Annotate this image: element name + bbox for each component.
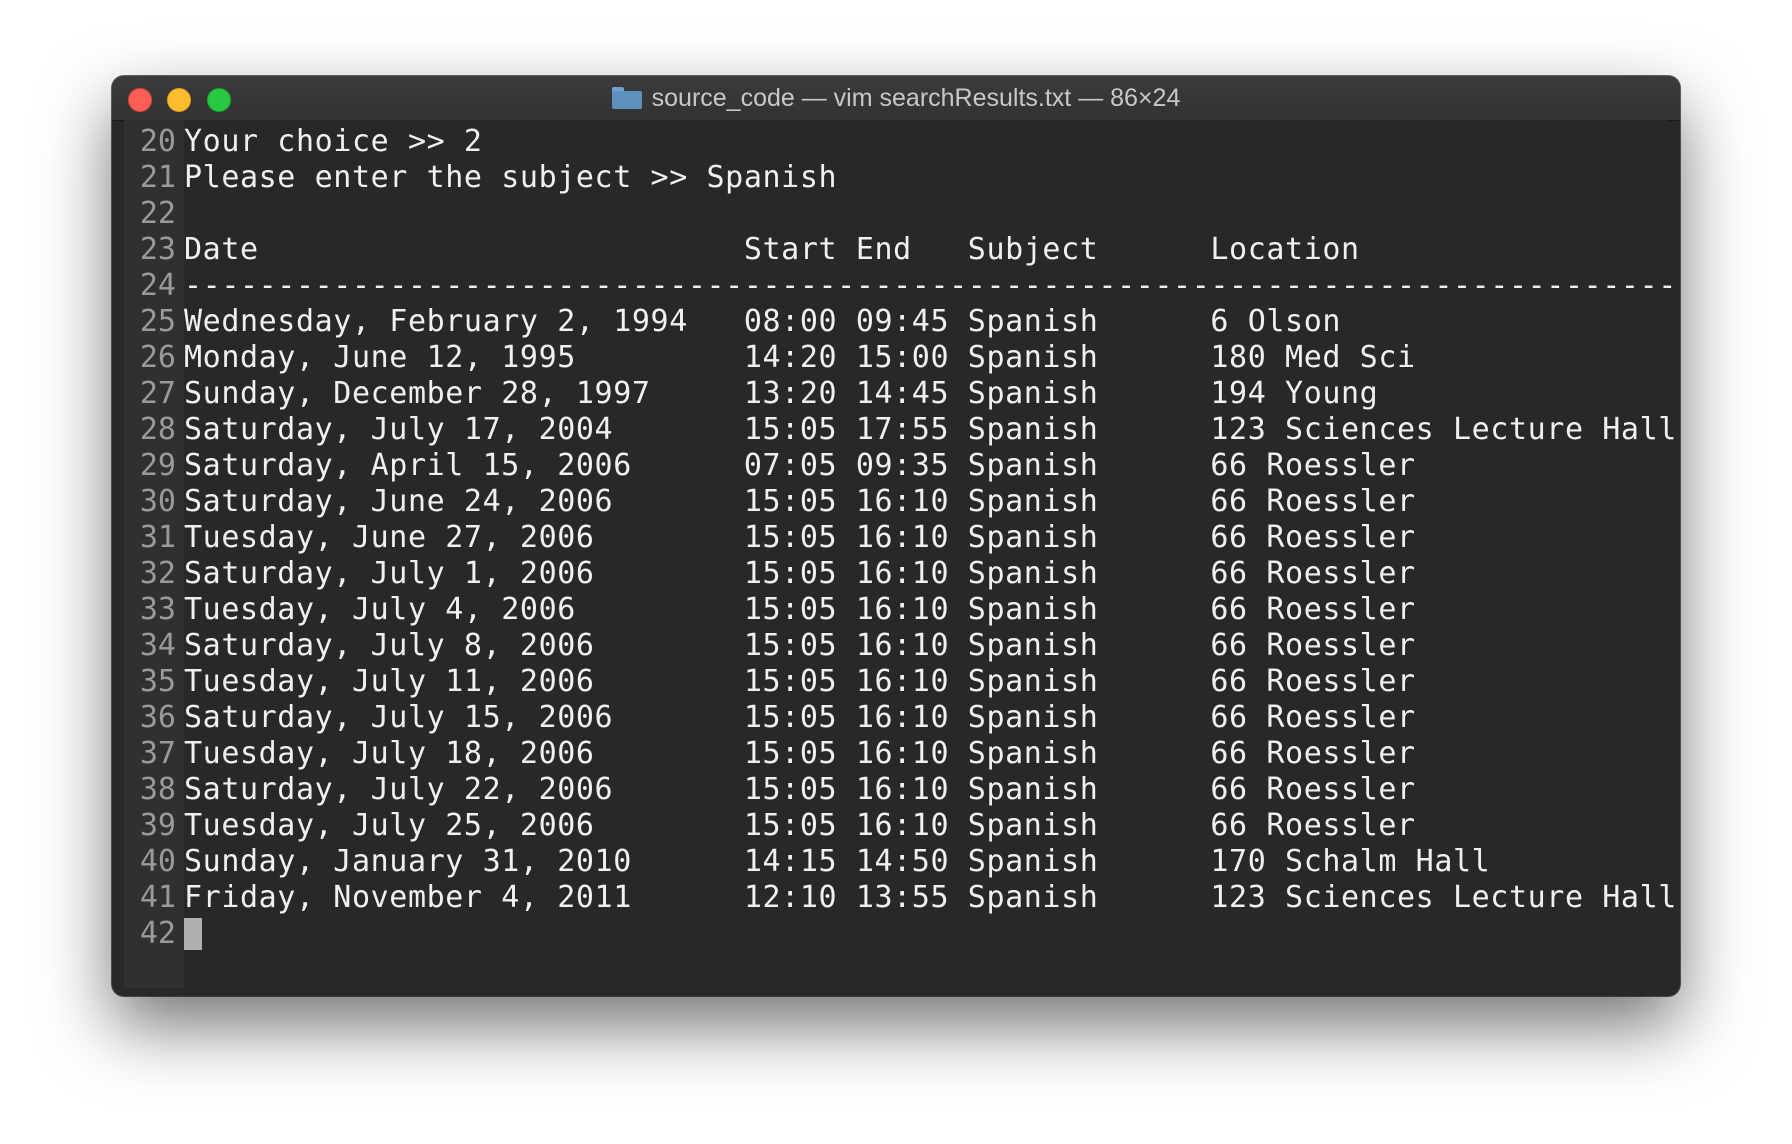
line-text: Saturday, July 15, 2006 15:05 16:10 Span… [184, 700, 1416, 735]
buffer-line: 40 Sunday, January 31, 2010 14:15 14:50 S… [124, 844, 1677, 880]
buffer-line: 24 --------------------------------------… [124, 268, 1677, 304]
buffer-line: 21 Please enter the subject >> Spanish [124, 160, 1677, 196]
line-text: Please enter the subject >> Spanish [184, 160, 838, 195]
line-text: Date Start End Subject Location [184, 232, 1360, 267]
line-text: Your choice >> 2 [184, 124, 483, 159]
buffer-line: 30 Saturday, June 24, 2006 15:05 16:10 Sp… [124, 484, 1677, 520]
line-text: Monday, June 12, 1995 14:20 15:00 Spanis… [184, 340, 1416, 375]
line-number: 40 [124, 844, 184, 880]
buffer-line: 23 Date Start End Subject Location [124, 232, 1677, 268]
line-number: 41 [124, 880, 184, 916]
buffer-line: 37 Tuesday, July 18, 2006 15:05 16:10 Spa… [124, 736, 1677, 772]
buffer-line: 32 Saturday, July 1, 2006 15:05 16:10 Spa… [124, 556, 1677, 592]
line-text: Tuesday, June 27, 2006 15:05 16:10 Spani… [184, 520, 1416, 555]
terminal-window: source_code — vim searchResults.txt — 86… [112, 76, 1680, 996]
buffer-line: 27 Sunday, December 28, 1997 13:20 14:45 … [124, 376, 1677, 412]
line-number: 33 [124, 592, 184, 628]
line-text: Tuesday, July 4, 2006 15:05 16:10 Spanis… [184, 592, 1416, 627]
line-text: Saturday, June 24, 2006 15:05 16:10 Span… [184, 484, 1416, 519]
buffer-line: 22 [124, 196, 1677, 232]
title-bar[interactable]: source_code — vim searchResults.txt — 86… [112, 76, 1680, 121]
folder-icon [611, 87, 642, 109]
buffer-line: 26 Monday, June 12, 1995 14:20 15:00 Span… [124, 340, 1677, 376]
line-text: Wednesday, February 2, 1994 08:00 09:45 … [184, 304, 1342, 339]
text-cursor [184, 918, 202, 950]
line-text: Saturday, April 15, 2006 07:05 09:35 Spa… [184, 448, 1416, 483]
buffer-line: 38 Saturday, July 22, 2006 15:05 16:10 Sp… [124, 772, 1677, 808]
buffer-line: 39 Tuesday, July 25, 2006 15:05 16:10 Spa… [124, 808, 1677, 844]
window-title-text: source_code — vim searchResults.txt — 86… [651, 83, 1181, 112]
line-number: 37 [124, 736, 184, 772]
buffer-line: 34 Saturday, July 8, 2006 15:05 16:10 Spa… [124, 628, 1677, 664]
line-number: 30 [124, 484, 184, 520]
line-number: 25 [124, 304, 184, 340]
buffer-line: 25 Wednesday, February 2, 1994 08:00 09:4… [124, 304, 1677, 340]
line-number: 34 [124, 628, 184, 664]
line-number: 24 [124, 268, 184, 304]
line-text: ----------------------------------------… [184, 268, 1677, 303]
buffer-line: 20 Your choice >> 2 [124, 124, 1677, 160]
buffer-lines: 20 Your choice >> 2 21 Please enter the su… [124, 124, 1677, 952]
line-number: 36 [124, 700, 184, 736]
line-number: 29 [124, 448, 184, 484]
line-number: 31 [124, 520, 184, 556]
window-title: source_code — vim searchResults.txt — 86… [112, 76, 1680, 120]
line-number: 27 [124, 376, 184, 412]
line-text: Sunday, January 31, 2010 14:15 14:50 Spa… [184, 844, 1491, 879]
line-text: Saturday, July 17, 2004 15:05 17:55 Span… [184, 412, 1677, 447]
line-text: Sunday, December 28, 1997 13:20 14:45 Sp… [184, 376, 1379, 411]
line-number: 23 [124, 232, 184, 268]
line-text: Saturday, July 8, 2006 15:05 16:10 Spani… [184, 628, 1416, 663]
line-text: Saturday, July 1, 2006 15:05 16:10 Spani… [184, 556, 1416, 591]
line-number: 39 [124, 808, 184, 844]
buffer-line: 28 Saturday, July 17, 2004 15:05 17:55 Sp… [124, 412, 1677, 448]
line-number: 28 [124, 412, 184, 448]
buffer-line: 41 Friday, November 4, 2011 12:10 13:55 S… [124, 880, 1677, 916]
buffer-line: 29 Saturday, April 15, 2006 07:05 09:35 S… [124, 448, 1677, 484]
buffer-line: 42 [124, 916, 1677, 952]
line-number: 26 [124, 340, 184, 376]
line-number: 42 [124, 916, 184, 952]
vim-editor[interactable]: 20 Your choice >> 2 21 Please enter the su… [124, 120, 1676, 988]
line-text: Tuesday, July 18, 2006 15:05 16:10 Spani… [184, 736, 1416, 771]
line-number: 22 [124, 196, 184, 232]
line-number: 35 [124, 664, 184, 700]
line-text: Saturday, July 22, 2006 15:05 16:10 Span… [184, 772, 1416, 807]
line-number: 20 [124, 124, 184, 160]
line-text: Tuesday, July 25, 2006 15:05 16:10 Spani… [184, 808, 1416, 843]
line-number: 32 [124, 556, 184, 592]
line-number: 21 [124, 160, 184, 196]
buffer-line: 35 Tuesday, July 11, 2006 15:05 16:10 Spa… [124, 664, 1677, 700]
line-number: 38 [124, 772, 184, 808]
buffer-line: 36 Saturday, July 15, 2006 15:05 16:10 Sp… [124, 700, 1677, 736]
buffer-line: 33 Tuesday, July 4, 2006 15:05 16:10 Span… [124, 592, 1677, 628]
line-text: Tuesday, July 11, 2006 15:05 16:10 Spani… [184, 664, 1416, 699]
buffer-line: 31 Tuesday, June 27, 2006 15:05 16:10 Spa… [124, 520, 1677, 556]
line-text: Friday, November 4, 2011 12:10 13:55 Spa… [184, 880, 1677, 915]
